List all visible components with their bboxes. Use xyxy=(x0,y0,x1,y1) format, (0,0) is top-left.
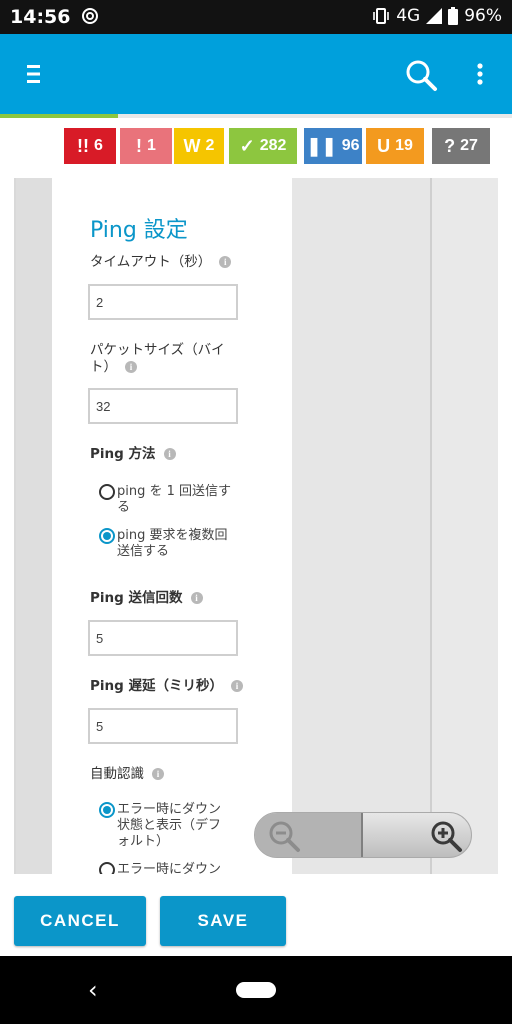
zoom-out-icon xyxy=(269,821,300,852)
badge-down[interactable]: ! 1 xyxy=(120,128,172,164)
network-type: 4G xyxy=(396,6,421,26)
badge-count: 96 xyxy=(341,137,360,154)
radio-button[interactable] xyxy=(99,484,115,500)
send-count-field[interactable] xyxy=(88,620,238,656)
ping-method-label-text: Ping 方法 xyxy=(90,446,156,462)
menu-icon[interactable] xyxy=(24,60,44,88)
zoom-in-icon xyxy=(431,821,462,852)
option-line2: 状態と表示（デフ xyxy=(117,818,222,833)
progress-fill xyxy=(0,114,118,118)
option-text: ping 要求を複数回 送信する xyxy=(99,528,249,560)
radio-button-selected[interactable] xyxy=(99,802,115,818)
signal-icon xyxy=(426,8,443,24)
warning-icon: W xyxy=(183,135,201,156)
badge-count: 1 xyxy=(147,137,156,154)
send-count-label: Ping 送信回数 i xyxy=(90,590,203,607)
badge-down-critical[interactable]: !! 6 xyxy=(64,128,116,164)
action-bar: CANCEL SAVE xyxy=(0,876,512,956)
badge-unknown[interactable]: ? 27 xyxy=(432,128,490,164)
panel-title: Ping 設定 xyxy=(90,218,188,243)
timeout-label-text: タイムアウト（秒） xyxy=(90,254,212,270)
badge-warning[interactable]: W 2 xyxy=(174,128,224,164)
packet-size-label: パケットサイズ（バイ ト） i xyxy=(90,342,225,376)
auto-detect-option-down-default[interactable]: エラー時にダウン 状態と表示（デフ ォルト） xyxy=(99,802,249,850)
option-line1: エラー時にダウン xyxy=(117,802,222,817)
packet-size-label-line1: パケットサイズ（バイ xyxy=(90,342,225,358)
ping-settings-panel: Ping 設定 タイムアウト（秒） i パケットサイズ（バイ ト） i Ping 方… xyxy=(52,178,292,874)
auto-detect-label-text: 自動認識 xyxy=(90,766,144,782)
info-icon[interactable]: i xyxy=(163,448,176,460)
option-line2: る xyxy=(117,500,131,515)
background-column xyxy=(292,178,430,874)
badge-up[interactable]: ✓ 282 xyxy=(229,128,297,164)
option-line3: ォルト） xyxy=(117,834,170,849)
save-button[interactable]: SAVE xyxy=(160,896,286,946)
search-icon[interactable] xyxy=(404,58,438,92)
info-icon[interactable]: i xyxy=(152,768,164,780)
info-icon[interactable]: i xyxy=(125,361,137,373)
badge-count: 282 xyxy=(259,137,287,154)
zoom-out-button[interactable] xyxy=(255,813,363,857)
more-options-icon[interactable] xyxy=(470,60,490,88)
unknown-icon: ? xyxy=(444,135,456,156)
badge-count: 6 xyxy=(94,137,103,154)
home-pill-icon[interactable] xyxy=(236,982,276,998)
delay-label: Ping 遅延（ミリ秒） i xyxy=(90,678,243,695)
option-line1: ping 要求を複数回 xyxy=(117,528,228,543)
option-text: ping を 1 回送信す る xyxy=(99,484,249,516)
down-icon: ! xyxy=(136,135,143,156)
pause-icon: ❚❚ xyxy=(306,135,337,156)
sync-icon xyxy=(82,8,98,24)
auto-detect-label: 自動認識 i xyxy=(90,766,164,783)
status-bar: 14:56 4G 96% xyxy=(0,0,512,34)
option-line1: ping を 1 回送信す xyxy=(117,484,232,499)
packet-size-field[interactable] xyxy=(88,388,238,424)
radio-button[interactable] xyxy=(99,862,115,874)
badge-unusual[interactable]: U 19 xyxy=(366,128,424,164)
system-nav-bar: ‹ xyxy=(0,956,512,1024)
info-icon[interactable]: i xyxy=(190,592,203,604)
loading-progress xyxy=(0,114,512,118)
packet-size-label-line2: ト） xyxy=(90,359,117,375)
badge-count: 2 xyxy=(205,137,215,154)
status-indicators: 4G 96% xyxy=(372,6,502,26)
back-icon[interactable]: ‹ xyxy=(88,976,98,1004)
send-count-label-text: Ping 送信回数 xyxy=(90,590,183,606)
option-text: エラー時にダウン xyxy=(117,862,222,874)
zoom-control xyxy=(254,812,472,858)
cancel-button[interactable]: CANCEL xyxy=(14,896,146,946)
unusual-icon: U xyxy=(377,135,391,156)
delay-label-text: Ping 遅延（ミリ秒） xyxy=(90,678,223,694)
delay-field[interactable] xyxy=(88,708,238,744)
ping-method-label: Ping 方法 i xyxy=(90,446,176,463)
background-column-end xyxy=(432,178,498,874)
auto-detect-option-down[interactable]: エラー時にダウン xyxy=(99,862,249,874)
radio-button-selected[interactable] xyxy=(99,528,115,544)
info-icon[interactable]: i xyxy=(231,680,243,692)
option-text: エラー時にダウン 状態と表示（デフ ォルト） xyxy=(99,802,249,850)
ping-method-option-single[interactable]: ping を 1 回送信す る xyxy=(99,484,249,516)
badge-paused[interactable]: ❚❚ 96 xyxy=(304,128,362,164)
ping-method-option-multiple[interactable]: ping 要求を複数回 送信する xyxy=(99,528,249,560)
vibrate-icon xyxy=(373,8,390,24)
down-critical-icon: !! xyxy=(77,135,90,156)
status-time: 14:56 xyxy=(10,6,71,28)
left-gutter xyxy=(16,178,52,874)
battery-level: 96% xyxy=(464,6,502,26)
zoom-in-button[interactable] xyxy=(365,813,471,857)
timeout-field[interactable] xyxy=(88,284,238,320)
badge-count: 27 xyxy=(460,137,478,154)
battery-icon xyxy=(448,7,459,25)
check-icon: ✓ xyxy=(239,135,255,156)
option-line2: 送信する xyxy=(117,544,170,559)
content-area: Ping 設定 タイムアウト（秒） i パケットサイズ（バイ ト） i Ping 方… xyxy=(14,178,498,874)
badge-count: 19 xyxy=(395,137,413,154)
timeout-label: タイムアウト（秒） i xyxy=(90,254,232,271)
info-icon[interactable]: i xyxy=(219,256,232,268)
